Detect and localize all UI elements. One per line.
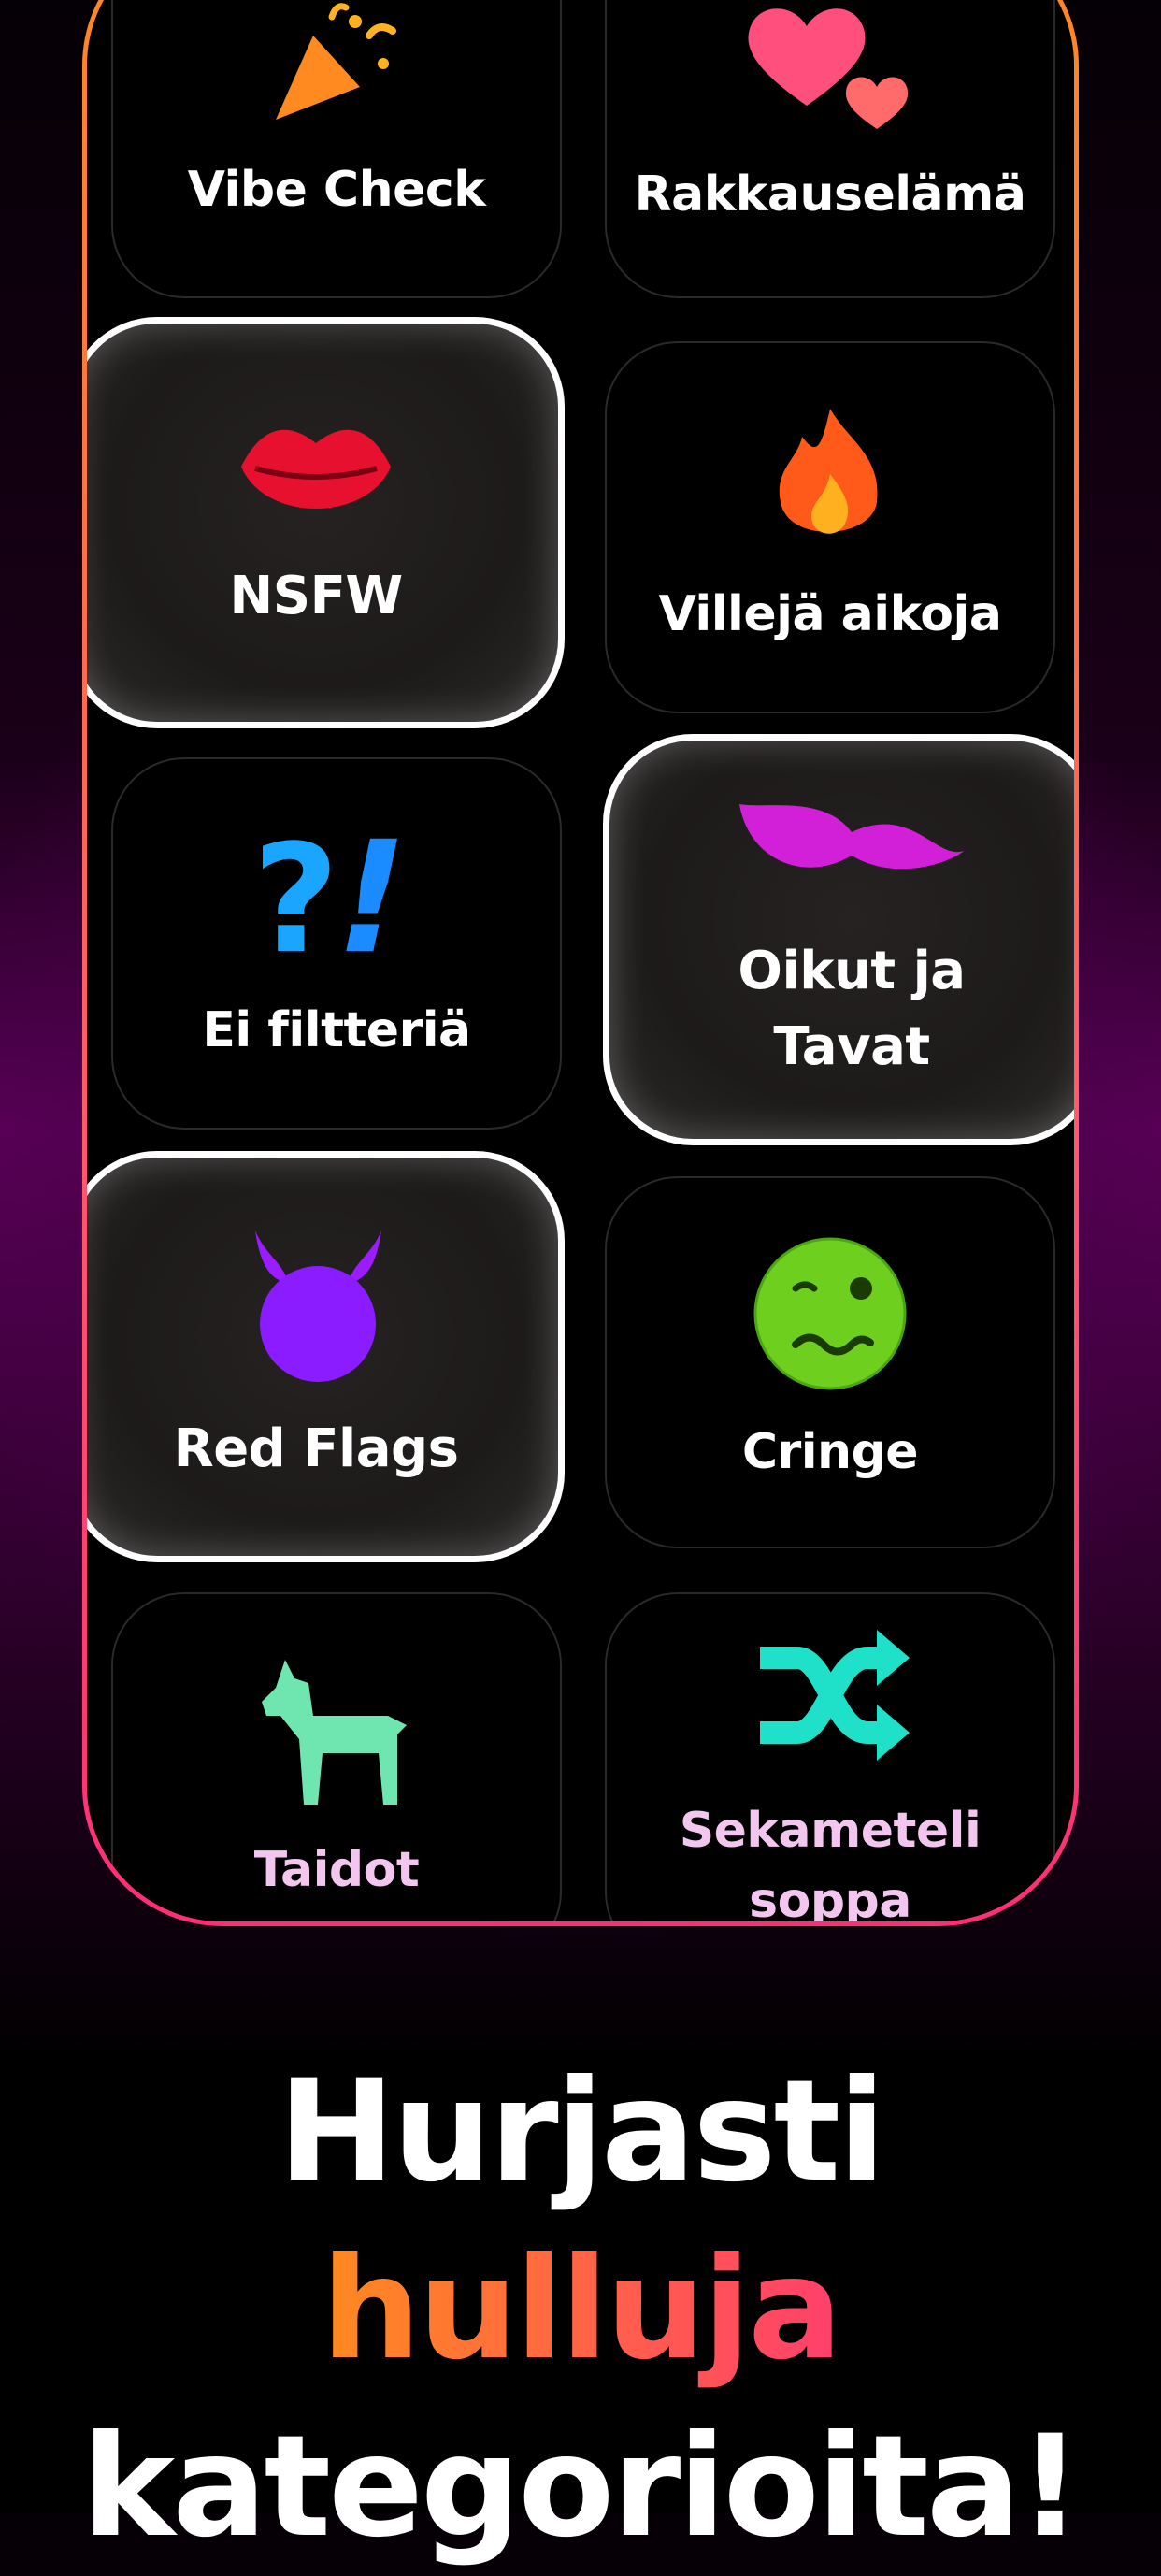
category-sekameteli-soppa[interactable]: Sekameteli soppa	[605, 1592, 1055, 1926]
category-nsfw[interactable]: NSFW	[87, 317, 565, 728]
fire-icon	[779, 409, 878, 535]
category-label: Rakkauselämä	[634, 166, 1026, 223]
devil-icon	[255, 1230, 381, 1383]
category-label: Cringe	[741, 1423, 919, 1480]
category-vibe-check[interactable]: Vibe Check	[111, 0, 562, 298]
category-label: Ei filtteriä	[202, 1002, 471, 1059]
category-label: Vibe Check	[187, 162, 486, 219]
mustache-icon	[739, 803, 964, 870]
category-ei-filtteria[interactable]: ? ! Ei filtteriä	[111, 757, 562, 1130]
category-label: Red Flags	[173, 1418, 459, 1480]
category-label: NSFW	[229, 566, 403, 627]
question-exclamation-icon: ? !	[252, 820, 425, 970]
woozy-face-icon	[753, 1237, 906, 1390]
headline-line2: kategorioita!	[81, 2406, 1082, 2569]
shuffle-icon	[760, 1629, 910, 1761]
goat-icon	[262, 1660, 407, 1806]
category-oikut-ja-tavat[interactable]: Oikut ja Tavat	[603, 734, 1074, 1145]
category-label: Sekameteli soppa	[679, 1802, 982, 1926]
category-label: Villejä aikoja	[658, 586, 1002, 643]
category-taidot[interactable]: Taidot	[111, 1592, 562, 1921]
hearts-icon	[748, 8, 909, 130]
app-frame: Vibe Check Rakkauselämä NSFW Villejä aik…	[82, 0, 1079, 1926]
category-label: Oikut ja Tavat	[738, 940, 966, 1077]
headline: Hurjasti hulluja kategorioita!	[0, 2043, 1161, 2576]
category-red-flags[interactable]: Red Flags	[87, 1151, 565, 1562]
headline-highlight: hulluja	[321, 2228, 843, 2391]
category-villeja-aikoja[interactable]: Villejä aikoja	[605, 341, 1055, 713]
category-rakkauselama[interactable]: Rakkauselämä	[605, 0, 1055, 298]
category-label: Taidot	[253, 1842, 420, 1899]
headline-part1: Hurjasti	[278, 2051, 885, 2213]
category-cringe[interactable]: Cringe	[605, 1176, 1055, 1548]
party-popper-icon	[276, 3, 396, 121]
lips-icon	[241, 430, 391, 510]
